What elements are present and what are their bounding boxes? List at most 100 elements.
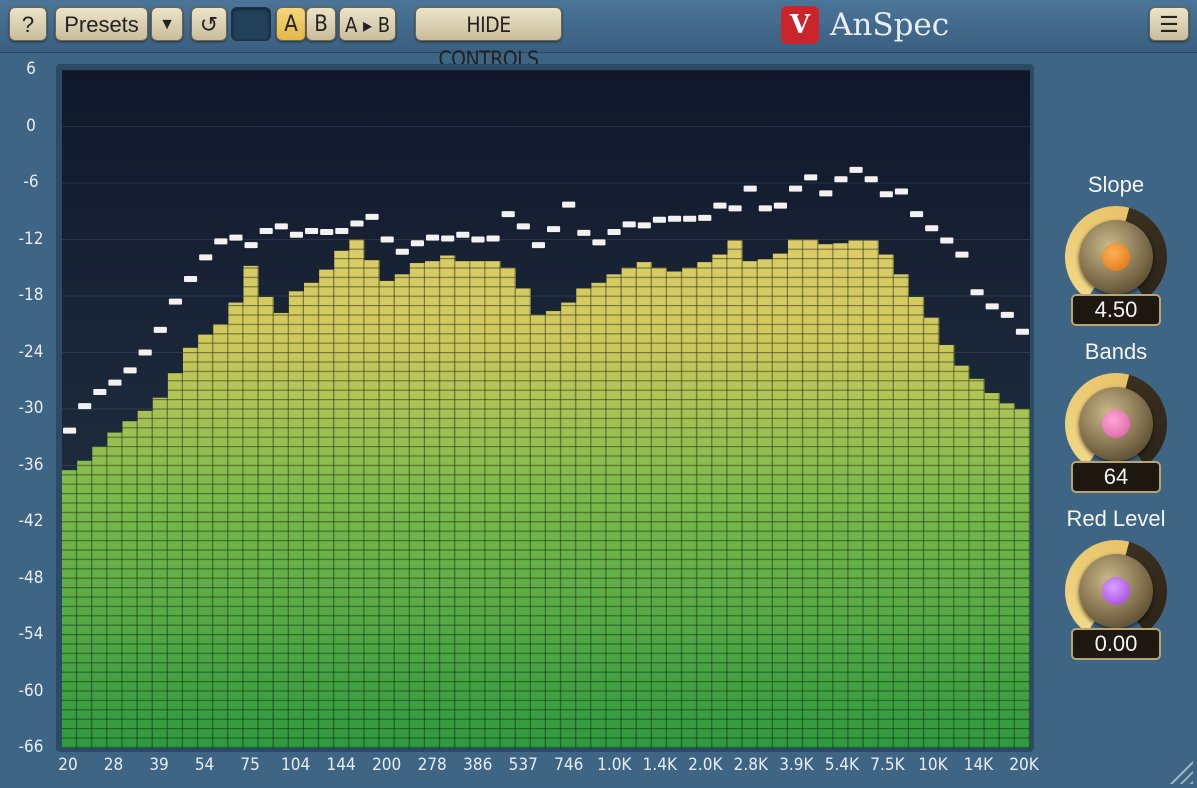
spectrum-bar-segments — [470, 261, 486, 748]
peak-marker — [426, 234, 440, 241]
peak-marker — [168, 298, 182, 305]
spectrum-bar-segments — [183, 347, 199, 748]
red-level-value[interactable]: 0.00 — [1071, 628, 1161, 660]
spectrum-bar-segments — [893, 274, 909, 748]
bands-label: Bands — [1084, 339, 1148, 364]
peak-marker — [668, 215, 682, 222]
preset-b-button[interactable]: B — [306, 7, 336, 41]
peak-marker — [320, 228, 334, 235]
peak-marker — [637, 222, 651, 229]
peak-marker — [592, 239, 606, 246]
peak-marker — [184, 276, 198, 283]
spectrum-bar-segments — [697, 262, 713, 748]
spectrum-bar-segments — [636, 262, 652, 748]
y-tick-label: -6 — [23, 172, 39, 192]
peak-marker — [486, 235, 500, 242]
presets-dropdown-button[interactable]: ▼ — [151, 7, 183, 41]
y-tick-label: 6 — [26, 59, 36, 79]
spectrum-bar-segments — [561, 302, 577, 748]
y-tick-label: -66 — [18, 737, 44, 757]
peak-marker — [335, 228, 349, 235]
peak-marker — [516, 223, 530, 230]
spectrum-bar-segments — [530, 314, 546, 748]
spectrum-bar-segments — [909, 296, 925, 748]
bands-value[interactable]: 64 — [1071, 461, 1161, 493]
spectrum-bar-segments — [92, 446, 108, 748]
peak-marker — [834, 176, 848, 183]
red-level-knob[interactable] — [1065, 540, 1167, 642]
spectrum-bar-segments — [999, 403, 1015, 748]
peak-marker — [229, 234, 243, 241]
spectrum-bar-segments — [364, 260, 380, 748]
peak-marker — [531, 242, 545, 249]
spectrum-bar-segments — [1014, 409, 1030, 748]
undo-button[interactable]: ↺ — [191, 7, 227, 41]
help-button[interactable]: ? — [9, 7, 47, 41]
bands-knob-cap — [1102, 410, 1130, 438]
bands-knob[interactable] — [1065, 373, 1167, 475]
spectrum-bar-segments — [107, 432, 123, 748]
peak-marker — [940, 237, 954, 244]
peak-marker — [910, 211, 924, 218]
preset-a-button[interactable]: A — [276, 7, 306, 41]
spectrum-bar-segments — [772, 253, 788, 748]
y-tick-label: -24 — [18, 341, 44, 362]
red-level-label: Red Level — [1066, 506, 1166, 531]
menu-button[interactable]: ☰ — [1149, 7, 1189, 41]
peak-marker — [380, 236, 394, 243]
app-title: AnSpec — [830, 7, 950, 43]
spectrum-bar-segments — [591, 282, 607, 748]
spectrum-display[interactable] — [62, 69, 1030, 749]
spectrum-bar-segments — [712, 254, 728, 749]
peak-marker — [925, 225, 939, 232]
spectrum-bar-segments — [576, 288, 592, 748]
peak-marker — [289, 231, 303, 238]
y-tick-label: -12 — [18, 228, 44, 249]
spectrum-bar-segments — [651, 267, 667, 748]
peak-marker — [819, 190, 833, 197]
spectrum-bar-segments — [969, 378, 985, 748]
redo-button[interactable] — [231, 7, 271, 41]
slope-knob[interactable] — [1065, 206, 1167, 308]
spectrum-bar-segments — [122, 421, 138, 748]
peak-marker — [773, 202, 787, 209]
peak-marker — [955, 251, 969, 258]
toolbar: ? Presets ▼ ↺ A B A ▸ B HIDE CONTROLS V … — [0, 0, 1197, 71]
peak-marker — [350, 220, 364, 227]
spectrum-bar-segments — [515, 288, 531, 748]
spectrum-bar-segments — [440, 255, 456, 748]
peak-marker — [1015, 328, 1029, 335]
slope-value[interactable]: 4.50 — [1071, 294, 1161, 326]
slope-knob-body — [1079, 220, 1153, 294]
spectrum-bar-segments — [228, 302, 244, 748]
spectrum-bar-segments — [62, 470, 78, 748]
resize-grip-icon[interactable] — [1163, 754, 1193, 784]
spectrum-bar-segments — [273, 312, 289, 748]
spectrum-bar-segments — [500, 267, 516, 748]
red-level-knob-cap — [1102, 577, 1130, 605]
presets-button[interactable]: Presets — [55, 7, 148, 41]
peak-marker — [471, 236, 485, 243]
peak-marker — [864, 176, 878, 183]
peak-marker — [577, 229, 591, 236]
spectrum-bar-segments — [349, 239, 365, 748]
peak-marker — [743, 185, 757, 192]
peak-marker — [93, 389, 107, 396]
spectrum-bar-segments — [878, 254, 894, 749]
spectrum-bar-segments — [939, 344, 955, 748]
y-tick-label: -48 — [18, 567, 44, 588]
spectrum-bar-segments — [319, 269, 335, 748]
spectrum-bar-segments — [258, 296, 274, 748]
spectrum-bar-segments — [863, 240, 879, 749]
hide-controls-button[interactable]: HIDE CONTROLS — [415, 7, 562, 71]
peak-marker — [607, 228, 621, 235]
y-tick-label: -60 — [18, 680, 44, 701]
y-tick-label: 0 — [26, 115, 36, 136]
peak-marker — [713, 202, 727, 209]
copy-a-to-b-button[interactable]: A ▸ B — [339, 7, 396, 41]
spectrum-bar-segments — [394, 274, 410, 748]
peak-marker — [849, 166, 863, 173]
peak-marker — [305, 228, 319, 235]
peak-marker — [123, 367, 137, 374]
y-tick-label: -42 — [18, 511, 44, 531]
